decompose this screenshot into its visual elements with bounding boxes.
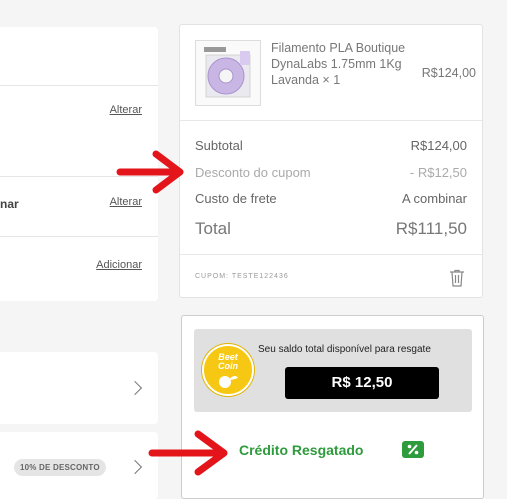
beetcoin-logo: Beet Coin	[202, 344, 254, 396]
shipping-row: Custo de frete A combinar	[195, 191, 467, 206]
total-value: R$111,50	[395, 219, 467, 238]
coupon-code: CUPOM: TESTE122436	[195, 273, 289, 280]
trash-icon[interactable]	[449, 269, 465, 287]
balance-box: Beet Coin Seu saldo total disponível par…	[194, 329, 472, 412]
discount-card[interactable]: 10% DE DESCONTO	[0, 432, 158, 499]
credit-redeemed-label: Crédito Resgatado	[239, 442, 364, 458]
discount-badge: 10% DE DESCONTO	[14, 459, 106, 476]
percent-ticket-icon[interactable]	[402, 441, 424, 458]
subtotal-row: Subtotal R$124,00	[195, 138, 467, 153]
divider	[180, 120, 482, 121]
chevron-right-icon	[127, 459, 143, 475]
beet-icon	[219, 376, 238, 388]
subtotal-value: R$124,00	[410, 138, 467, 153]
product-name: Filamento PLA Boutique DynaLabs 1.75mm 1…	[271, 41, 406, 87]
discount-row: Desconto do cupom - R$12,50	[195, 165, 467, 180]
divider	[0, 85, 158, 86]
shipping-value: A combinar	[401, 191, 467, 206]
balance-value: R$ 12,50	[285, 367, 439, 399]
filament-spool-image	[204, 47, 251, 98]
red-arrow-icon	[116, 150, 184, 194]
order-summary: Filamento PLA Boutique DynaLabs 1.75mm 1…	[179, 24, 483, 298]
total-row: Total R$111,50	[195, 219, 467, 239]
total-label: Total	[195, 219, 231, 238]
coin-line-2: Coin	[218, 361, 238, 371]
subtotal-label: Subtotal	[195, 138, 243, 153]
chevron-right-icon	[127, 380, 143, 396]
product-price: R$124,00	[421, 66, 476, 80]
shipping-label: Custo de frete	[195, 191, 277, 206]
balance-label: Seu saldo total disponível para resgate	[258, 344, 431, 355]
red-arrow-icon	[148, 430, 228, 476]
product-thumbnail	[195, 40, 261, 106]
divider	[0, 236, 158, 237]
divider	[180, 254, 482, 255]
alter-shipping-link[interactable]: Alterar	[110, 196, 142, 208]
discount-label: Desconto do cupom	[195, 165, 311, 180]
shipping-method-label: nar	[0, 197, 19, 211]
add-link[interactable]: Adicionar	[96, 259, 142, 271]
payment-card[interactable]	[0, 352, 158, 424]
alter-address-link[interactable]: Alterar	[110, 104, 142, 116]
discount-value: - R$12,50	[409, 165, 467, 180]
